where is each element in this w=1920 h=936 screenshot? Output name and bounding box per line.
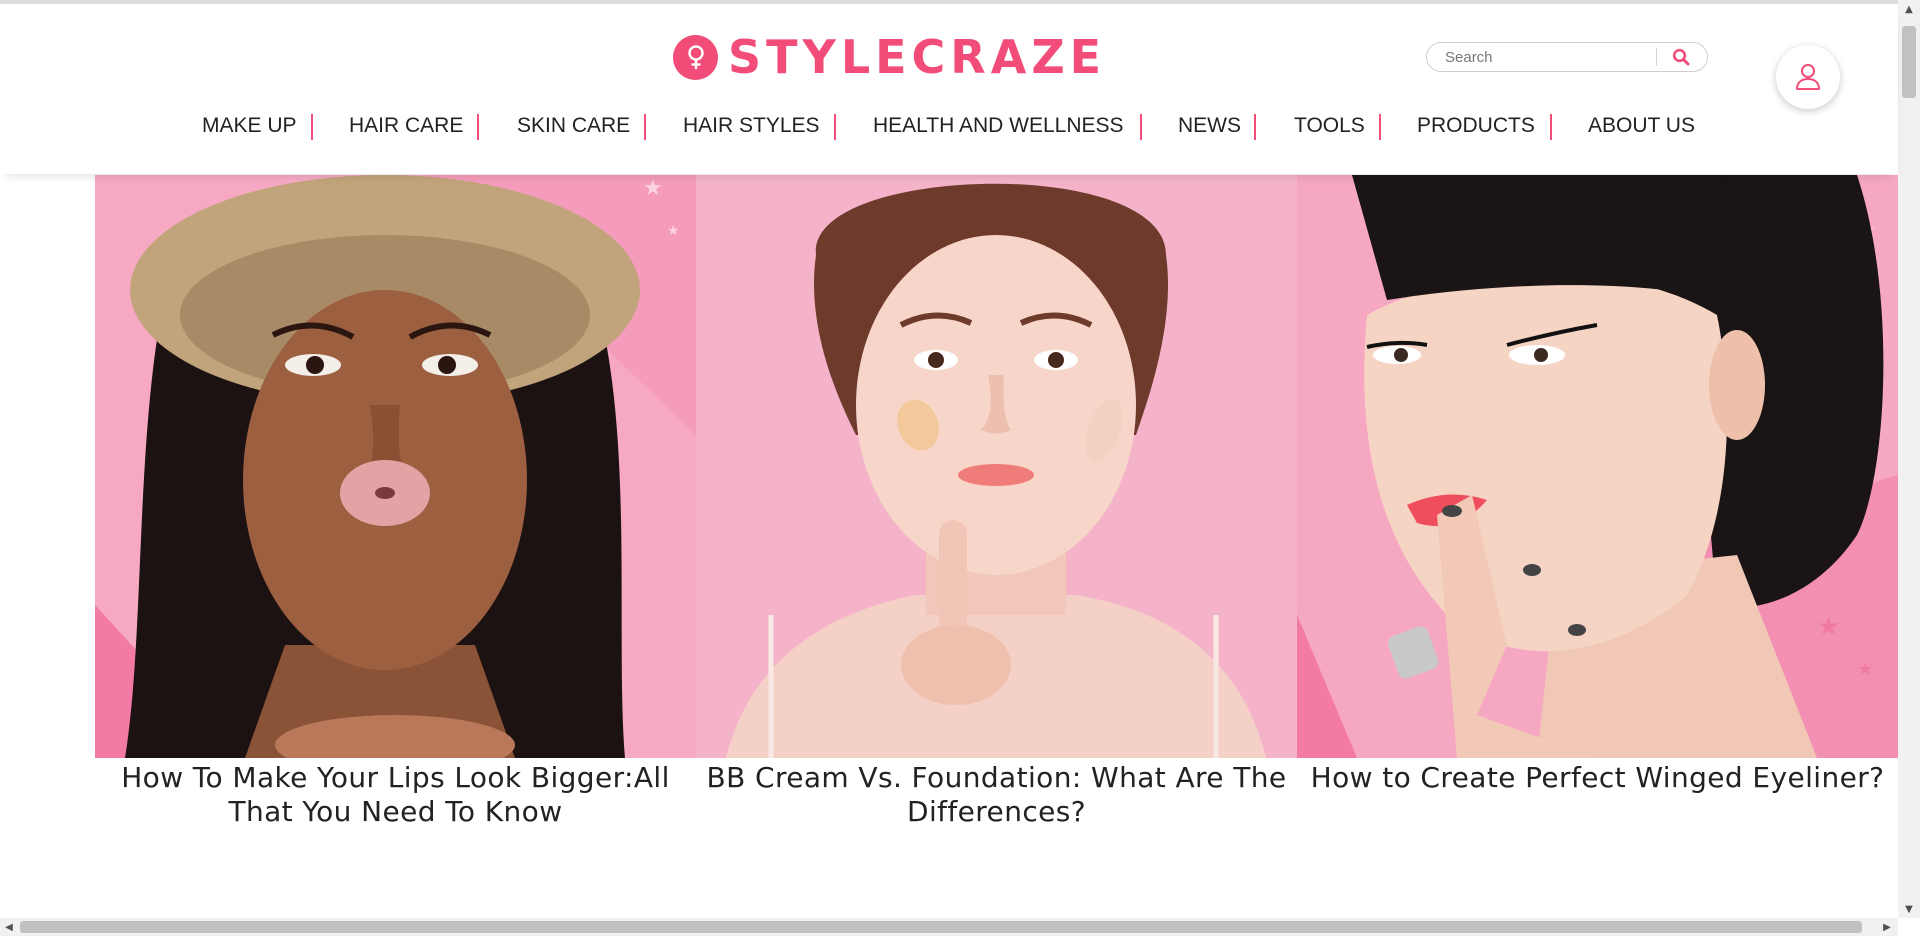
search-icon — [1672, 48, 1690, 66]
vertical-scrollbar-thumb[interactable] — [1902, 26, 1916, 98]
site-logo[interactable]: STYLECRAZE — [673, 33, 1106, 81]
nav-item-make-up[interactable]: MAKE UP — [202, 109, 297, 143]
horizontal-scrollbar-thumb[interactable] — [20, 921, 1862, 933]
nav-item-news[interactable]: NEWS — [1178, 109, 1241, 143]
nav-separator — [644, 114, 646, 140]
article-image[interactable]: ★ ★ — [95, 175, 696, 758]
scroll-down-arrow-icon[interactable]: ▼ — [1898, 900, 1920, 918]
user-icon — [1796, 64, 1820, 90]
nav-separator — [1140, 114, 1142, 140]
svg-text:★: ★ — [667, 223, 680, 239]
site-header: STYLECRAZE MAKE UP HAIR CARE SKIN C — [0, 4, 1898, 174]
nav-separator — [1550, 114, 1552, 140]
nav-item-health-and-wellness[interactable]: HEALTH AND WELLNESS — [873, 109, 1124, 143]
nav-item-skin-care[interactable]: SKIN CARE — [517, 109, 630, 143]
account-button[interactable] — [1776, 45, 1840, 109]
scroll-right-arrow-icon[interactable]: ▶ — [1878, 918, 1896, 936]
nav-item-about-us[interactable]: ABOUT US — [1588, 109, 1695, 143]
article-title[interactable]: How to Create Perfect Winged Eyeliner? — [1289, 761, 1906, 795]
article-card[interactable]: BB Cream Vs. Foundation: What Are The Di… — [696, 175, 1297, 835]
svg-text:★: ★ — [643, 176, 663, 201]
nav-separator — [1379, 114, 1381, 140]
nav-item-tools[interactable]: TOOLS — [1294, 109, 1365, 143]
scroll-left-arrow-icon[interactable]: ◀ — [0, 918, 18, 936]
svg-text:★: ★ — [1817, 612, 1840, 642]
nav-item-products[interactable]: PRODUCTS — [1417, 109, 1535, 143]
nav-separator — [834, 114, 836, 140]
scroll-up-arrow-icon[interactable]: ▲ — [1898, 0, 1920, 18]
logo-wordmark: STYLECRAZE — [728, 30, 1107, 84]
main-nav: MAKE UP HAIR CARE SKIN CARE HAIR STYLES … — [0, 109, 1898, 143]
nav-item-hair-styles[interactable]: HAIR STYLES — [683, 109, 820, 143]
search-button[interactable] — [1663, 45, 1699, 69]
article-image[interactable]: ★ ★ ★ — [1297, 175, 1898, 758]
article-image[interactable] — [696, 175, 1297, 758]
vertical-scrollbar[interactable] — [1898, 18, 1920, 918]
nav-item-hair-care[interactable]: HAIR CARE — [349, 109, 463, 143]
search-input[interactable] — [1445, 47, 1645, 67]
browser-viewport: STYLECRAZE MAKE UP HAIR CARE SKIN C — [0, 0, 1920, 936]
article-card[interactable]: ★ ★ ★ — [1297, 175, 1898, 835]
featured-articles: ★ ★ How To Make Your Lips Look Bigger:Al… — [95, 175, 1898, 835]
female-symbol-icon — [673, 34, 718, 80]
search-divider — [1656, 48, 1657, 66]
article-title[interactable]: BB Cream Vs. Foundation: What Are The Di… — [688, 761, 1305, 829]
search-box — [1426, 42, 1708, 72]
nav-separator — [311, 114, 313, 140]
article-card[interactable]: ★ ★ How To Make Your Lips Look Bigger:Al… — [95, 175, 696, 835]
svg-text:★: ★ — [1857, 659, 1873, 680]
nav-separator — [477, 114, 479, 140]
article-title[interactable]: How To Make Your Lips Look Bigger:All Th… — [87, 761, 704, 829]
nav-separator — [1254, 114, 1256, 140]
